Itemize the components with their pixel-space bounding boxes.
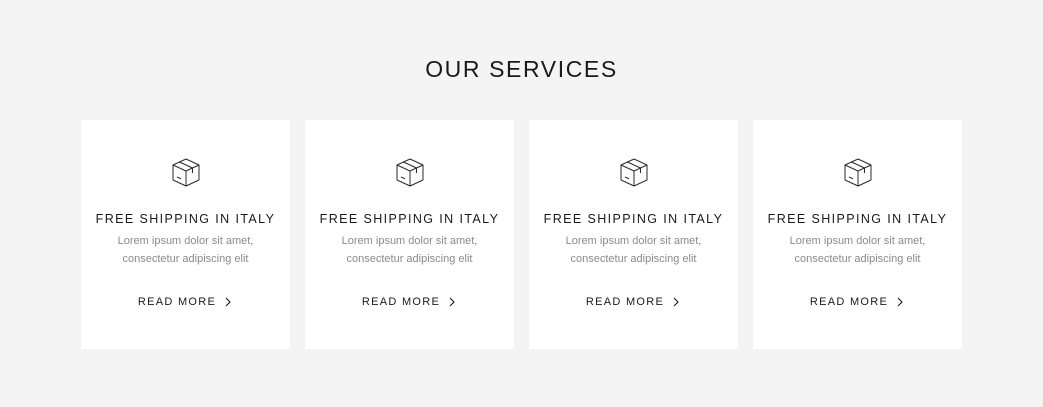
- box-icon: [620, 158, 648, 187]
- service-card: FREE SHIPPING IN ITALY Lorem ipsum dolor…: [753, 120, 962, 349]
- service-description-line: Lorem ipsum dolor sit amet,: [565, 235, 702, 247]
- service-title: FREE SHIPPING IN ITALY: [95, 212, 276, 226]
- service-description-line: consectetur adipiscing elit: [346, 253, 473, 265]
- service-title: FREE SHIPPING IN ITALY: [543, 212, 724, 226]
- read-more-label: READ MORE: [585, 296, 665, 308]
- service-description: Lorem ipsum dolor sit amet, consectetur …: [753, 232, 962, 268]
- read-more-label: READ MORE: [809, 296, 889, 308]
- section-title: OUR SERVICES: [425, 56, 618, 82]
- service-card: FREE SHIPPING IN ITALY Lorem ipsum dolor…: [81, 120, 290, 349]
- service-description-line: Lorem ipsum dolor sit amet,: [117, 235, 254, 247]
- chevron-right-icon: [673, 297, 679, 307]
- service-description-line: consectetur adipiscing elit: [122, 253, 249, 265]
- box-icon: [844, 158, 872, 187]
- read-more-link[interactable]: READ MORE: [305, 295, 514, 309]
- read-more-label: READ MORE: [137, 296, 217, 308]
- read-more-link[interactable]: READ MORE: [753, 295, 962, 309]
- chevron-right-icon: [897, 297, 903, 307]
- service-card: FREE SHIPPING IN ITALY Lorem ipsum dolor…: [529, 120, 738, 349]
- service-description: Lorem ipsum dolor sit amet, consectetur …: [529, 232, 738, 268]
- service-description: Lorem ipsum dolor sit amet, consectetur …: [305, 232, 514, 268]
- chevron-right-icon: [225, 297, 231, 307]
- service-title: FREE SHIPPING IN ITALY: [767, 212, 948, 226]
- box-icon: [172, 158, 200, 187]
- service-description: Lorem ipsum dolor sit amet, consectetur …: [81, 232, 290, 268]
- services-list: FREE SHIPPING IN ITALY Lorem ipsum dolor…: [81, 120, 962, 349]
- service-card: FREE SHIPPING IN ITALY Lorem ipsum dolor…: [305, 120, 514, 349]
- service-title: FREE SHIPPING IN ITALY: [319, 212, 500, 226]
- chevron-right-icon: [449, 297, 455, 307]
- box-icon: [396, 158, 424, 187]
- service-description-line: Lorem ipsum dolor sit amet,: [341, 235, 478, 247]
- read-more-label: READ MORE: [361, 296, 441, 308]
- read-more-link[interactable]: READ MORE: [81, 295, 290, 309]
- service-description-line: consectetur adipiscing elit: [570, 253, 697, 265]
- service-description-line: Lorem ipsum dolor sit amet,: [789, 235, 926, 247]
- service-description-line: consectetur adipiscing elit: [794, 253, 921, 265]
- read-more-link[interactable]: READ MORE: [529, 295, 738, 309]
